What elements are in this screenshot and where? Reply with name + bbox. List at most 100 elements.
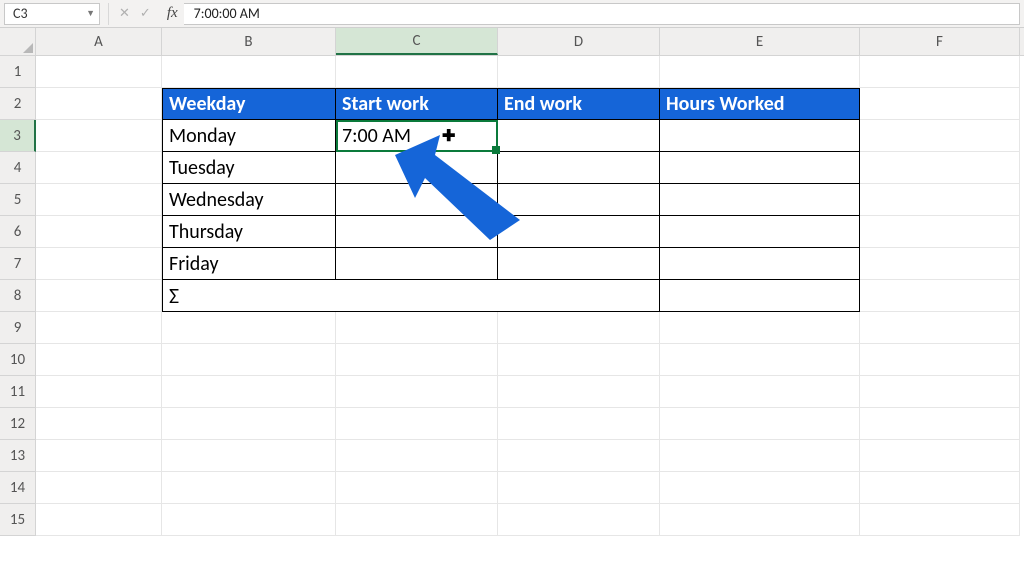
- cell[interactable]: [336, 440, 498, 472]
- cell-d6[interactable]: [498, 216, 660, 248]
- formula-input[interactable]: 7:00:00 AM: [184, 3, 1020, 25]
- row-header-5[interactable]: 5: [0, 184, 36, 216]
- row-header-15[interactable]: 15: [0, 504, 36, 536]
- cell[interactable]: [860, 312, 1020, 344]
- cell[interactable]: [498, 376, 660, 408]
- cell[interactable]: [860, 344, 1020, 376]
- cell[interactable]: [36, 88, 162, 120]
- cell[interactable]: [660, 408, 860, 440]
- cell[interactable]: [36, 312, 162, 344]
- cell[interactable]: [36, 216, 162, 248]
- cell[interactable]: [660, 472, 860, 504]
- row-header-13[interactable]: 13: [0, 440, 36, 472]
- row-header-1[interactable]: 1: [0, 56, 36, 88]
- cell[interactable]: [498, 440, 660, 472]
- cell[interactable]: [336, 312, 498, 344]
- cell[interactable]: [162, 472, 336, 504]
- table-header-hours[interactable]: Hours Worked: [660, 88, 860, 120]
- cell-c4[interactable]: [336, 152, 498, 184]
- cell-b6[interactable]: Thursday: [162, 216, 336, 248]
- cell[interactable]: [162, 344, 336, 376]
- cell[interactable]: [336, 344, 498, 376]
- chevron-down-icon[interactable]: ▼: [86, 8, 95, 19]
- cell[interactable]: [36, 152, 162, 184]
- cell[interactable]: [860, 216, 1020, 248]
- select-all-corner[interactable]: [0, 28, 36, 55]
- cell[interactable]: [660, 56, 860, 88]
- cell[interactable]: [36, 440, 162, 472]
- col-header-b[interactable]: B: [162, 28, 336, 55]
- cell[interactable]: [36, 280, 162, 312]
- cell[interactable]: [162, 504, 336, 536]
- cell-d5[interactable]: [498, 184, 660, 216]
- table-header-end[interactable]: End work: [498, 88, 660, 120]
- cell[interactable]: [498, 56, 660, 88]
- cell-b8[interactable]: Σ: [162, 280, 336, 312]
- cell[interactable]: [336, 408, 498, 440]
- cell[interactable]: [336, 56, 498, 88]
- table-header-start[interactable]: Start work: [336, 88, 498, 120]
- cell[interactable]: [860, 472, 1020, 504]
- row-header-2[interactable]: 2: [0, 88, 36, 120]
- cell[interactable]: [36, 472, 162, 504]
- cell[interactable]: [660, 344, 860, 376]
- cell-c8[interactable]: [336, 280, 498, 312]
- col-header-f[interactable]: F: [860, 28, 1020, 55]
- row-header-7[interactable]: 7: [0, 248, 36, 280]
- cell-e3[interactable]: [660, 120, 860, 152]
- row-header-9[interactable]: 9: [0, 312, 36, 344]
- cell[interactable]: [498, 344, 660, 376]
- cell-e7[interactable]: [660, 248, 860, 280]
- cell[interactable]: [860, 248, 1020, 280]
- fx-icon[interactable]: fx: [161, 5, 184, 22]
- cell[interactable]: [36, 344, 162, 376]
- cell[interactable]: [162, 408, 336, 440]
- cell-e6[interactable]: [660, 216, 860, 248]
- cell[interactable]: [36, 248, 162, 280]
- cell[interactable]: [498, 312, 660, 344]
- col-header-e[interactable]: E: [660, 28, 860, 55]
- cell[interactable]: [498, 408, 660, 440]
- cell-c6[interactable]: [336, 216, 498, 248]
- cell[interactable]: [162, 440, 336, 472]
- cell[interactable]: [860, 152, 1020, 184]
- cell[interactable]: [162, 312, 336, 344]
- row-header-14[interactable]: 14: [0, 472, 36, 504]
- cell[interactable]: [36, 56, 162, 88]
- name-box[interactable]: C3 ▼: [4, 3, 100, 25]
- cell-c7[interactable]: [336, 248, 498, 280]
- cell-b7[interactable]: Friday: [162, 248, 336, 280]
- cell-e5[interactable]: [660, 184, 860, 216]
- row-header-3[interactable]: 3: [0, 120, 36, 152]
- cell-b5[interactable]: Wednesday: [162, 184, 336, 216]
- cell[interactable]: [860, 88, 1020, 120]
- cell-d8[interactable]: [498, 280, 660, 312]
- cell[interactable]: [498, 472, 660, 504]
- col-header-c[interactable]: C: [336, 28, 498, 55]
- cell-b4[interactable]: Tuesday: [162, 152, 336, 184]
- cell[interactable]: [36, 376, 162, 408]
- cell-e4[interactable]: [660, 152, 860, 184]
- table-header-weekday[interactable]: Weekday: [162, 88, 336, 120]
- cell-e8[interactable]: [660, 280, 860, 312]
- cell[interactable]: [860, 184, 1020, 216]
- cell[interactable]: [860, 504, 1020, 536]
- cell[interactable]: [336, 376, 498, 408]
- cell[interactable]: [162, 56, 336, 88]
- cell[interactable]: [336, 504, 498, 536]
- row-header-4[interactable]: 4: [0, 152, 36, 184]
- cell[interactable]: [336, 472, 498, 504]
- cell-c3[interactable]: 7:00 AM: [336, 120, 498, 152]
- row-header-12[interactable]: 12: [0, 408, 36, 440]
- cell-d7[interactable]: [498, 248, 660, 280]
- cell[interactable]: [162, 376, 336, 408]
- cell[interactable]: [860, 56, 1020, 88]
- cell[interactable]: [860, 376, 1020, 408]
- cell[interactable]: [660, 376, 860, 408]
- cell[interactable]: [860, 120, 1020, 152]
- row-header-10[interactable]: 10: [0, 344, 36, 376]
- cell[interactable]: [36, 120, 162, 152]
- row-header-11[interactable]: 11: [0, 376, 36, 408]
- cell[interactable]: [660, 312, 860, 344]
- col-header-d[interactable]: D: [498, 28, 660, 55]
